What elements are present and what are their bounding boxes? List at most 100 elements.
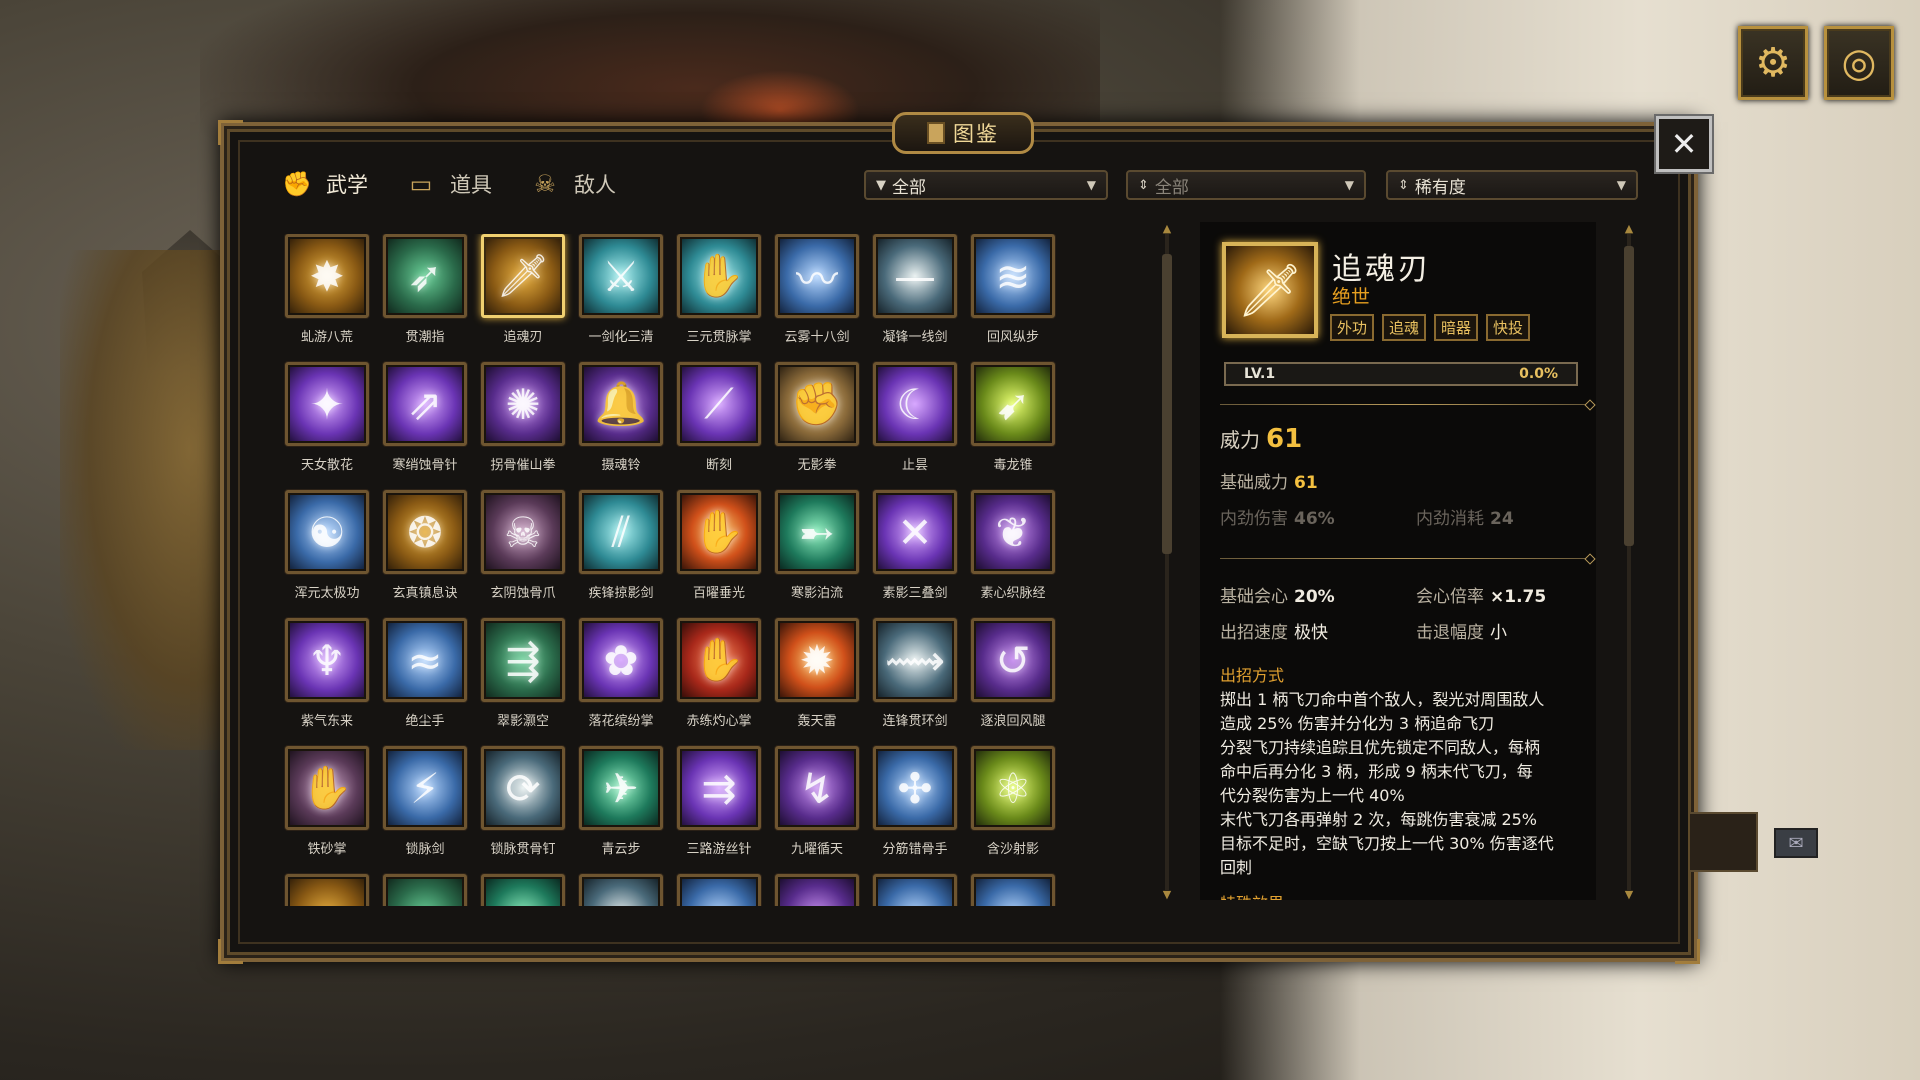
- skill-cell[interactable]: ☠ 玄阴蚀骨爪: [474, 490, 572, 618]
- filter-type-dropdown[interactable]: ▼ 全部 ▼: [864, 170, 1108, 200]
- skill-cell[interactable]: ♆ 紫气东来: [278, 618, 376, 746]
- skill-icon[interactable]: ↺: [971, 618, 1055, 702]
- skill-cell[interactable]: [670, 874, 768, 906]
- scrollbar-thumb[interactable]: [1624, 246, 1634, 546]
- skill-cell[interactable]: [376, 874, 474, 906]
- skill-icon[interactable]: [579, 874, 663, 906]
- skill-icon[interactable]: ✦: [285, 362, 369, 446]
- skill-icon[interactable]: ⚛: [971, 746, 1055, 830]
- skill-cell[interactable]: — 凝锋一线剑: [866, 234, 964, 362]
- skill-icon[interactable]: ≈: [383, 618, 467, 702]
- skill-cell[interactable]: ⟋ 断刻: [670, 362, 768, 490]
- skill-cell[interactable]: [474, 874, 572, 906]
- skill-cell[interactable]: ⟿ 连锋贯环剑: [866, 618, 964, 746]
- close-button[interactable]: ✕: [1654, 114, 1714, 174]
- skill-icon[interactable]: ≋: [971, 234, 1055, 318]
- skill-cell[interactable]: [572, 874, 670, 906]
- target-button[interactable]: ◎: [1824, 26, 1894, 100]
- skill-cell[interactable]: ⇶ 翠影灏空: [474, 618, 572, 746]
- skill-cell[interactable]: ❂ 玄真镇息诀: [376, 490, 474, 618]
- skill-cell[interactable]: ↯ 九曜循天: [768, 746, 866, 874]
- skill-cell[interactable]: ✋ 三元贯脉掌: [670, 234, 768, 362]
- skill-icon[interactable]: ⚔: [579, 234, 663, 318]
- skill-cell[interactable]: ≈ 绝尘手: [376, 618, 474, 746]
- skill-cell[interactable]: ✋ 铁砂掌: [278, 746, 376, 874]
- skill-cell[interactable]: ⇗ 寒绡蚀骨针: [376, 362, 474, 490]
- skill-cell[interactable]: ⚔ 一剑化三清: [572, 234, 670, 362]
- skill-icon[interactable]: 🔔: [579, 362, 663, 446]
- skill-icon[interactable]: [873, 874, 957, 906]
- side-panel-tab[interactable]: [1690, 812, 1758, 872]
- skill-icon[interactable]: 〰: [775, 234, 859, 318]
- skill-cell[interactable]: ➸ 寒影泊流: [768, 490, 866, 618]
- skill-cell[interactable]: ✋ 赤练灼心掌: [670, 618, 768, 746]
- skill-icon[interactable]: [677, 874, 761, 906]
- skill-icon[interactable]: ⇉: [677, 746, 761, 830]
- skill-icon[interactable]: ➸: [775, 490, 859, 574]
- skill-cell[interactable]: ☾ 止昙: [866, 362, 964, 490]
- skill-icon[interactable]: ✣: [873, 746, 957, 830]
- skill-grid-scrollbar[interactable]: ▲ ▼: [1160, 223, 1174, 900]
- tab-enemies[interactable]: ☠ 敌人: [530, 162, 616, 206]
- skill-cell[interactable]: ✣ 分筋错骨手: [866, 746, 964, 874]
- skill-icon[interactable]: ✋: [677, 618, 761, 702]
- mail-icon[interactable]: ✉: [1774, 828, 1818, 858]
- skill-cell[interactable]: ➹ 毒龙锥: [964, 362, 1062, 490]
- skill-icon[interactable]: —: [873, 234, 957, 318]
- filter-subtype-dropdown[interactable]: ⇕ 全部 ▼: [1126, 170, 1366, 200]
- skill-icon[interactable]: [383, 874, 467, 906]
- skill-cell[interactable]: ⫽ 疾锋掠影剑: [572, 490, 670, 618]
- skill-icon[interactable]: ☾: [873, 362, 957, 446]
- skill-icon[interactable]: [971, 874, 1055, 906]
- scrollbar-thumb[interactable]: [1162, 254, 1172, 554]
- skill-cell[interactable]: ✸ 虬游八荒: [278, 234, 376, 362]
- skill-cell[interactable]: [964, 874, 1062, 906]
- skill-cell[interactable]: [866, 874, 964, 906]
- skill-icon[interactable]: [775, 874, 859, 906]
- skill-icon[interactable]: ↯: [775, 746, 859, 830]
- skill-icon[interactable]: ⟿: [873, 618, 957, 702]
- tab-items[interactable]: ▭ 道具: [406, 162, 492, 206]
- skill-cell[interactable]: [278, 874, 376, 906]
- skill-cell[interactable]: ✊ 无影拳: [768, 362, 866, 490]
- skill-cell[interactable]: ✿ 落花缤纷掌: [572, 618, 670, 746]
- skill-cell[interactable]: ⚛ 含沙射影: [964, 746, 1062, 874]
- skill-cell[interactable]: ❦ 素心织脉经: [964, 490, 1062, 618]
- skill-cell[interactable]: ⇉ 三路游丝针: [670, 746, 768, 874]
- skill-cell[interactable]: ✈ 青云步: [572, 746, 670, 874]
- skill-icon[interactable]: ❦: [971, 490, 1055, 574]
- skill-icon[interactable]: 🗡: [481, 234, 565, 318]
- skill-icon[interactable]: ❂: [383, 490, 467, 574]
- skill-cell[interactable]: ⟳ 锁脉贯骨钉: [474, 746, 572, 874]
- skill-icon[interactable]: ⟋: [677, 362, 761, 446]
- skill-icon[interactable]: [481, 874, 565, 906]
- skill-icon[interactable]: ✊: [775, 362, 859, 446]
- skill-icon[interactable]: ⟳: [481, 746, 565, 830]
- skill-icon[interactable]: ☠: [481, 490, 565, 574]
- skill-cell[interactable]: ➶ 贯潮指: [376, 234, 474, 362]
- sort-rarity-dropdown[interactable]: ⇕ 稀有度 ▼: [1386, 170, 1638, 200]
- skill-cell[interactable]: [768, 874, 866, 906]
- skill-icon[interactable]: ♆: [285, 618, 369, 702]
- skill-icon[interactable]: ✺: [481, 362, 565, 446]
- skill-cell[interactable]: ⚡ 锁脉剑: [376, 746, 474, 874]
- skill-icon[interactable]: ➹: [971, 362, 1055, 446]
- skill-icon[interactable]: ⚡: [383, 746, 467, 830]
- tab-martial-arts[interactable]: ✊ 武学: [282, 162, 368, 206]
- skill-icon[interactable]: ⇗: [383, 362, 467, 446]
- skill-icon[interactable]: ✋: [677, 234, 761, 318]
- skill-cell[interactable]: 〰云雾十八剑: [768, 234, 866, 362]
- skill-icon[interactable]: ✋: [677, 490, 761, 574]
- skill-icon[interactable]: ✈: [579, 746, 663, 830]
- skill-icon[interactable]: ✸: [285, 234, 369, 318]
- skill-cell[interactable]: ✺ 拐骨催山拳: [474, 362, 572, 490]
- skill-cell[interactable]: ☯ 浑元太极功: [278, 490, 376, 618]
- skill-cell[interactable]: ✋ 百曜垂光: [670, 490, 768, 618]
- skill-icon[interactable]: ⫽: [579, 490, 663, 574]
- skill-icon[interactable]: [285, 874, 369, 906]
- skill-icon[interactable]: ✿: [579, 618, 663, 702]
- skill-cell[interactable]: ↺ 逐浪回风腿: [964, 618, 1062, 746]
- skill-icon[interactable]: ✋: [285, 746, 369, 830]
- skill-icon[interactable]: ⇶: [481, 618, 565, 702]
- settings-button[interactable]: ⚙: [1738, 26, 1808, 100]
